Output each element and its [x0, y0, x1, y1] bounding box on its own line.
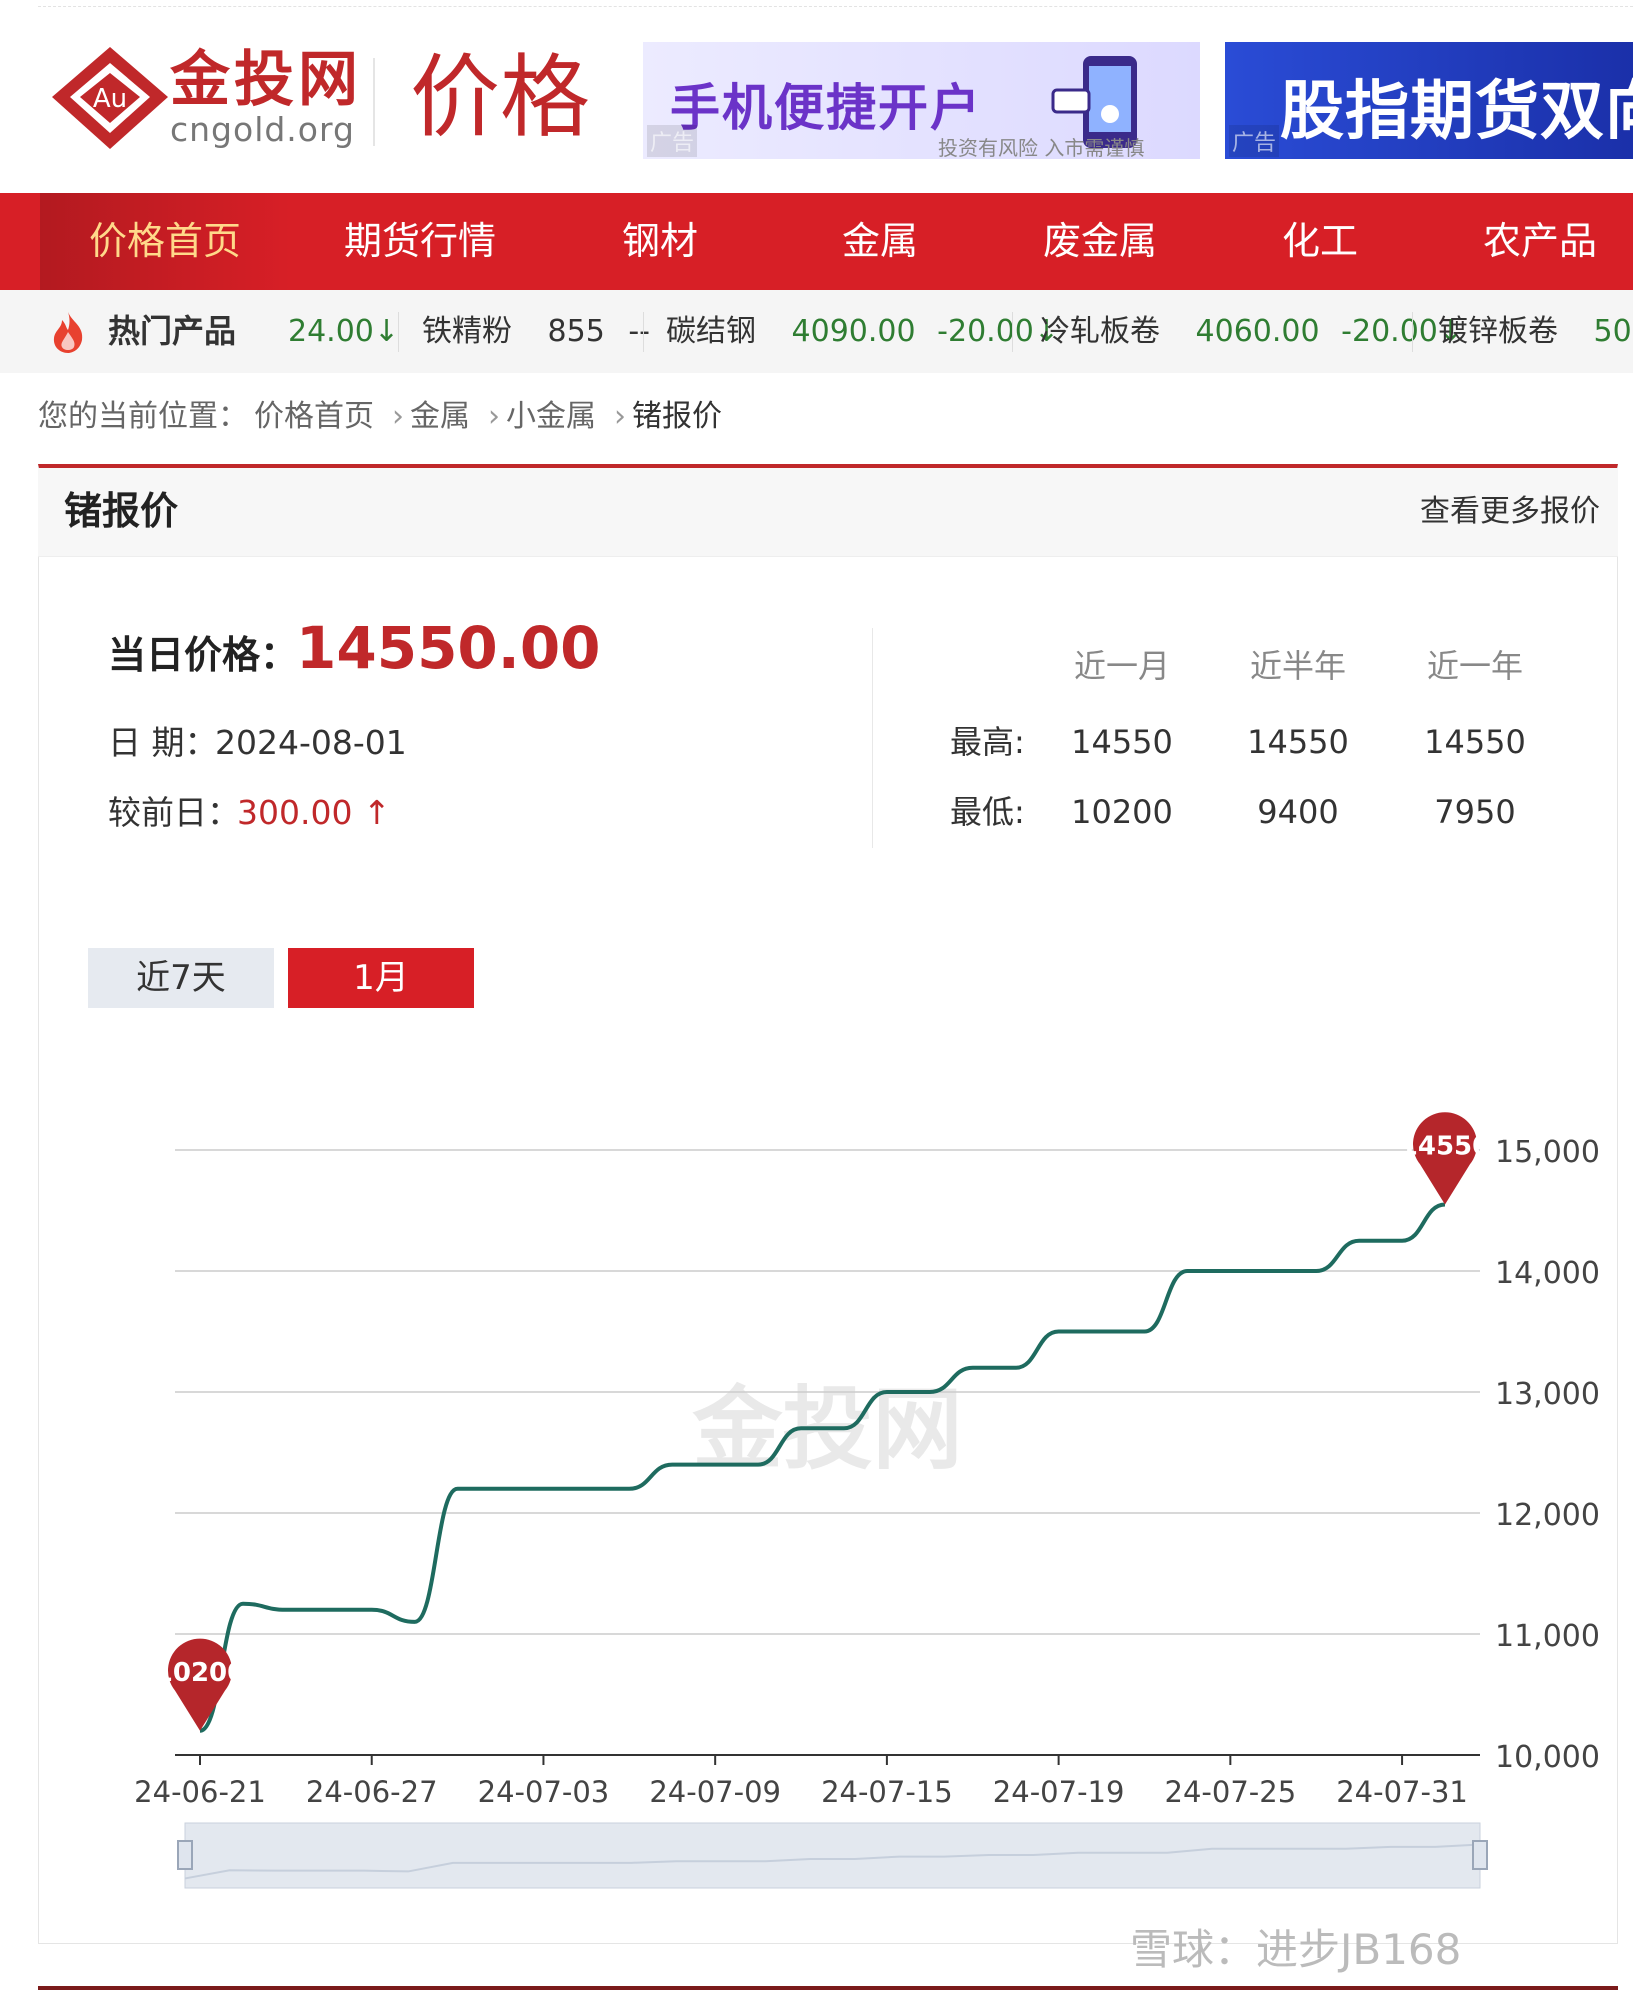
- stats-low-half-year: 9400: [1257, 793, 1339, 831]
- nav-item-agriculture[interactable]: 农产品: [1460, 193, 1620, 290]
- stats-high-half-year: 14550: [1247, 723, 1349, 761]
- tab-7-days[interactable]: 近7天: [88, 948, 274, 1008]
- ticker-item[interactable]: 冷轧板卷 4060.00 -20.00↓: [1040, 290, 1463, 373]
- ticker-item[interactable]: 铁精粉 855 --: [422, 290, 650, 373]
- card-title: 锗报价: [64, 489, 179, 533]
- ad-headline: 股指期货双向: [1280, 75, 1633, 149]
- marker-pin: 10200: [155, 1638, 245, 1731]
- x-tick-label: 24-06-21: [134, 1775, 266, 1809]
- stats-header-half-year: 近半年: [1249, 647, 1346, 685]
- header-divider: [373, 58, 375, 146]
- current-price-label: 当日价格：: [108, 633, 299, 677]
- fire-icon: [53, 312, 83, 353]
- hot-products-ticker: 热门产品 24.00↓ 铁精粉 855 -- 碳结钢 4090.00 -20.0…: [0, 290, 1633, 373]
- breadcrumb-prefix: 您的当前位置：: [38, 399, 248, 434]
- stats-divider: [872, 628, 873, 848]
- x-tick-label: 24-07-25: [1165, 1775, 1297, 1809]
- stats-header-month: 近一月: [1073, 647, 1170, 685]
- y-tick-label: 10,000: [1495, 1740, 1600, 1775]
- zoom-slider-handle[interactable]: [177, 1840, 193, 1870]
- x-tick-label: 24-07-03: [478, 1775, 610, 1809]
- ticker-separator: [398, 312, 399, 352]
- date-label: 日 期：: [108, 723, 218, 762]
- change-value: 300.00 ↑: [237, 793, 391, 832]
- date-value: 2024-08-01: [215, 723, 407, 762]
- logo-text[interactable]: 金投网: [170, 45, 362, 115]
- stats-header-year: 近一年: [1426, 647, 1523, 685]
- page-title: 价格: [410, 45, 590, 150]
- tab-1-month[interactable]: 1月: [288, 948, 474, 1008]
- change-label: 较前日：: [108, 793, 240, 832]
- chevron-right-icon: ›: [614, 399, 626, 434]
- stats-high-year: 14550: [1424, 723, 1526, 761]
- chevron-right-icon: ›: [392, 399, 404, 434]
- marker-pin: 14550: [1400, 1112, 1490, 1205]
- logo-badge: Au: [93, 84, 127, 114]
- ad-banner-open-account[interactable]: 手机便捷开户 投资有风险 入市需谨慎 广告: [643, 42, 1200, 159]
- nav-item-chemical[interactable]: 化工: [1240, 193, 1400, 290]
- more-quotes-link[interactable]: 查看更多报价: [1420, 490, 1600, 534]
- x-tick-label: 24-07-09: [649, 1775, 781, 1809]
- marker-label: 10200: [155, 1658, 245, 1688]
- breadcrumb-current: 锗报价: [632, 399, 722, 434]
- ticker-item[interactable]: 碳结钢 4090.00 -20.00↓: [666, 290, 1059, 373]
- nav-item-price-home[interactable]: 价格首页: [40, 193, 290, 290]
- ticker-item[interactable]: 24.00↓: [288, 290, 399, 373]
- x-tick-label: 24-07-15: [821, 1775, 953, 1809]
- nav-item-futures[interactable]: 期货行情: [315, 193, 525, 290]
- current-price-value: 14550.00: [296, 614, 601, 682]
- y-tick-label: 11,000: [1495, 1619, 1600, 1654]
- top-divider: [38, 6, 1633, 7]
- ad-banner-futures[interactable]: 股指期货双向 广告: [1225, 42, 1633, 159]
- price-line-chart[interactable]: 金投网10,00011,00012,00013,00014,00015,0002…: [130, 1090, 1600, 1890]
- logo-icon[interactable]: Au: [50, 45, 170, 150]
- y-tick-label: 15,000: [1495, 1135, 1600, 1170]
- ticker-separator: [643, 312, 644, 352]
- nav-item-scrap-metal[interactable]: 废金属: [1020, 193, 1180, 290]
- ticker-title: 热门产品: [108, 312, 237, 350]
- ticker-item[interactable]: 镀锌板卷 507: [1438, 290, 1633, 373]
- ad-risk-note: 投资有风险 入市需谨慎: [938, 136, 1145, 159]
- y-tick-label: 12,000: [1495, 1498, 1600, 1533]
- marker-label: 14550: [1400, 1131, 1490, 1161]
- breadcrumb-link-price-home[interactable]: 价格首页: [254, 399, 374, 434]
- ticker-separator: [1012, 312, 1013, 352]
- footer-watermark: 雪球：进步JB168: [1130, 1925, 1462, 1974]
- breadcrumb-link-metal[interactable]: 金属: [410, 399, 470, 434]
- stats-low-year: 7950: [1434, 793, 1516, 831]
- main-nav: 价格首页 期货行情 钢材 金属 废金属 化工 农产品: [0, 193, 1633, 290]
- x-tick-label: 24-06-27: [306, 1775, 438, 1809]
- y-tick-label: 13,000: [1495, 1377, 1600, 1412]
- nav-item-metal[interactable]: 金属: [800, 193, 960, 290]
- price-card-header: [38, 468, 1618, 557]
- zoom-slider-handle[interactable]: [1472, 1840, 1488, 1870]
- ad-headline: 手机便捷开户: [670, 79, 982, 137]
- ad-tag: 广告: [1229, 125, 1280, 157]
- stats-low-month: 10200: [1071, 793, 1173, 831]
- breadcrumb: 您的当前位置： 价格首页 › 金属 › 小金属 › 锗报价: [38, 392, 728, 442]
- x-tick-label: 24-07-19: [993, 1775, 1125, 1809]
- ad-tag: 广告: [647, 125, 698, 157]
- breadcrumb-link-minor-metal[interactable]: 小金属: [506, 399, 596, 434]
- logo-domain: cngold.org: [170, 110, 355, 149]
- ticker-separator: [1412, 312, 1413, 352]
- x-tick-label: 24-07-31: [1336, 1775, 1468, 1809]
- bottom-divider: [38, 1986, 1618, 1990]
- chevron-right-icon: ›: [488, 399, 500, 434]
- y-tick-label: 14,000: [1495, 1256, 1600, 1291]
- stats-high-month: 14550: [1071, 723, 1173, 761]
- nav-item-steel[interactable]: 钢材: [580, 193, 740, 290]
- zoom-slider-track: [184, 1822, 1481, 1889]
